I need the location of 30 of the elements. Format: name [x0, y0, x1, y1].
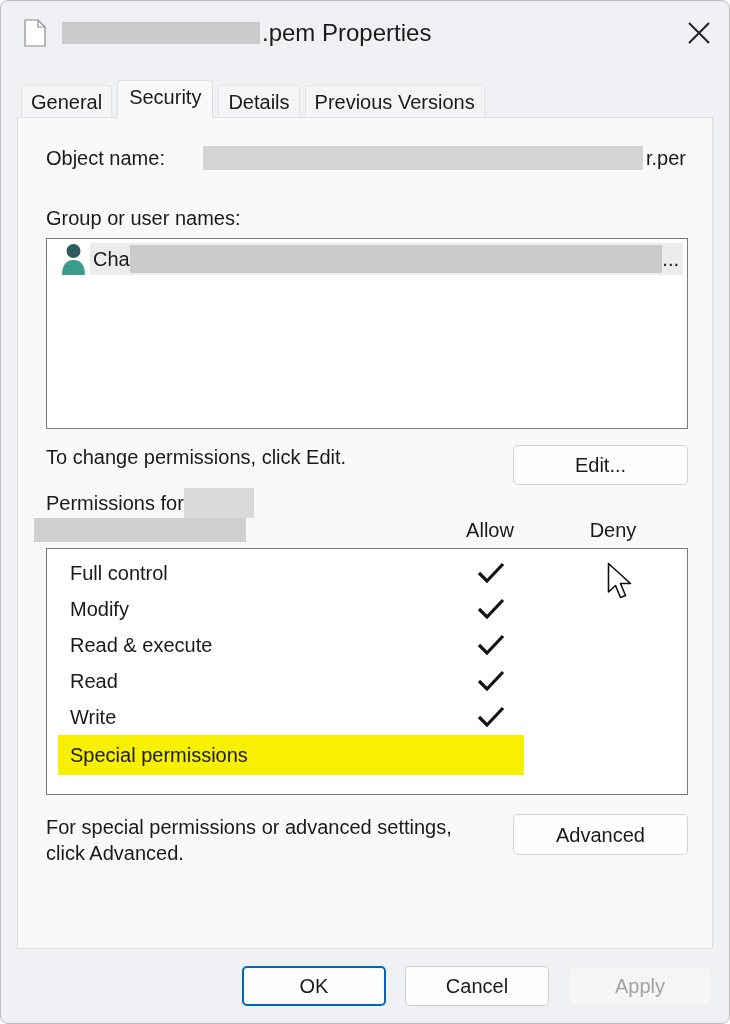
- user-icon: [61, 242, 86, 275]
- dialog-button[interactable]: Cancel: [405, 966, 549, 1006]
- object-name-value: r.per: [646, 146, 687, 171]
- permission-name: Read & execute: [70, 633, 214, 658]
- dialog-button[interactable]: OK: [242, 966, 386, 1006]
- tab[interactable]: Security: [117, 80, 214, 118]
- user-list-item[interactable]: Cha ...: [90, 242, 683, 275]
- permissions-for-label: Permissions for: [46, 491, 184, 516]
- advanced-button[interactable]: Advanced: [513, 814, 688, 855]
- permission-name: Write: [70, 705, 118, 730]
- column-header: Allow: [465, 518, 515, 543]
- object-name-label: Object name:: [46, 146, 166, 171]
- column-header: Deny: [588, 518, 638, 543]
- permission-name: Read: [70, 669, 119, 694]
- edit-hint-text: To change permissions, click Edit.: [46, 445, 347, 469]
- group-users-label: Group or user names:: [46, 206, 242, 230]
- tab[interactable]: Details: [218, 85, 300, 118]
- mouse-pointer-icon: [607, 562, 633, 600]
- tab[interactable]: Previous Versions: [304, 85, 485, 118]
- truncation-ellipsis: ...: [662, 246, 679, 272]
- edit-button[interactable]: Edit...: [513, 445, 688, 485]
- document-icon: [24, 18, 46, 47]
- advanced-hint-text: For special permissions or advanced settings, click Advanced.: [46, 815, 453, 866]
- permission-name: Modify: [70, 597, 130, 622]
- permission-name: Full control: [70, 561, 169, 586]
- user-name: Cha: [93, 246, 130, 272]
- window-title: .pem Properties: [262, 17, 432, 48]
- permission-name: Special permissions: [70, 743, 249, 768]
- close-icon[interactable]: [688, 21, 710, 44]
- tab[interactable]: General: [21, 85, 113, 118]
